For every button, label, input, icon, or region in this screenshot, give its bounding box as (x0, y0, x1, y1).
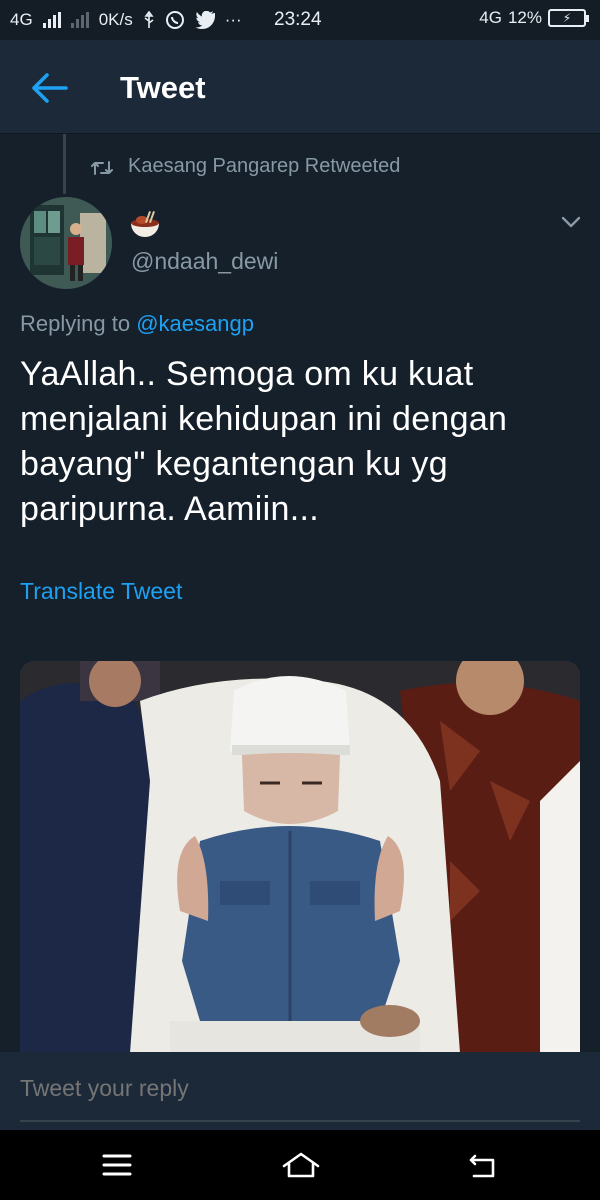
bowl-emoji (131, 211, 159, 237)
reply-bar (0, 1052, 600, 1130)
tweet-line: menjalani kehidupan ini dengan (20, 400, 508, 438)
more-notifications: ··· (224, 10, 242, 29)
signal-icon (42, 12, 61, 28)
arrow-left-icon[interactable] (30, 72, 68, 104)
tweet-line: YaAllah.. Semoga om ku kuat (20, 355, 474, 393)
avatar[interactable] (20, 197, 112, 289)
tweet-line: bayang" kegantengan ku yg (20, 445, 448, 483)
status-right: 4G 12% ⚡ (479, 8, 589, 28)
clock: 23:24 (274, 9, 322, 30)
network-label: 4G (10, 10, 33, 29)
page-title: Tweet (120, 70, 206, 105)
retweet-label[interactable]: Kaesang Pangarep Retweeted (128, 155, 400, 178)
retweet-icon (91, 161, 113, 175)
tweet-photo[interactable] (20, 661, 580, 1053)
avatar-image (20, 197, 112, 289)
network-speed: 0K/s (98, 10, 133, 29)
chevron-down-icon[interactable] (560, 214, 582, 230)
translate-tweet-link[interactable]: Translate Tweet (20, 578, 182, 605)
thread-line (63, 134, 66, 194)
replying-to: Replying to @kaesangp (20, 311, 254, 337)
twitter-icon (194, 11, 215, 29)
author-handle[interactable]: @ndaah_dewi (131, 248, 278, 275)
home-icon[interactable] (281, 1150, 321, 1180)
system-nav-bar (0, 1130, 600, 1200)
signal-secondary-icon (70, 12, 89, 28)
back-icon[interactable] (468, 1152, 498, 1180)
menu-icon[interactable] (102, 1152, 132, 1178)
reply-input[interactable] (20, 1075, 580, 1102)
usb-icon (144, 11, 154, 28)
tweet-text: YaAllah.. Semoga om ku kuat menjalani ke… (20, 352, 580, 532)
tweet-line: paripurna. Aamiin... (20, 490, 319, 528)
status-bar: 4G 0K/s ··· 23:24 4G 12% ⚡ (0, 0, 600, 40)
reply-underline (20, 1120, 580, 1122)
app-header: Tweet (0, 40, 600, 134)
replying-prefix: Replying to (20, 311, 131, 336)
battery-percent: 12% (507, 8, 542, 27)
network-label-right: 4G (479, 8, 502, 27)
battery-icon: ⚡ (548, 9, 589, 27)
photo-image (20, 661, 580, 1053)
replying-mention[interactable]: @kaesangp (136, 311, 254, 336)
whatsapp-icon (165, 11, 184, 29)
status-left: 4G 0K/s ··· (10, 10, 242, 30)
